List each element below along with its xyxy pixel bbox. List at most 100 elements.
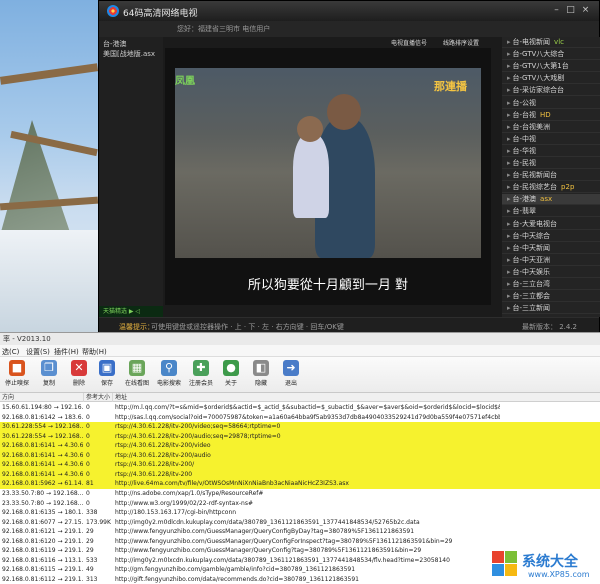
channel-name: 台-三立都会 xyxy=(512,292,551,301)
table-row[interactable]: 92.168.0.81:6120 → 219.1... 29 http://www.… xyxy=(0,537,600,547)
save-button[interactable]: ▣ 保存 xyxy=(92,359,122,391)
channel-name: 台-翡翠 xyxy=(512,207,537,216)
channel-item[interactable]: ▸ 台-民视综艺台 p2p xyxy=(502,182,600,194)
cell-direction: 92.168.0.81:6135 → 180.1... xyxy=(2,509,83,517)
cell-direction: 92.168.0.81:6141 → 4.30.6... xyxy=(2,461,83,469)
app-title: 64码高清网络电视 xyxy=(123,9,198,19)
channel-item[interactable]: ▸ 台-台视 HD xyxy=(502,110,600,121)
channel-name: 台-中天亚洲 xyxy=(512,255,551,264)
play-arrow-icon: ▸ xyxy=(507,38,511,46)
channel-item[interactable]: ▸ 台-三立台湾 xyxy=(502,279,600,290)
channel-item[interactable]: ▸ 台-三立都会 xyxy=(502,291,600,303)
category-label[interactable]: 台-港澳 xyxy=(103,39,127,49)
channel-item[interactable]: ▸ 台-民视新闻台 xyxy=(502,170,600,182)
cell-direction: 92.168.0.81:6142 → 183.6... xyxy=(2,413,83,421)
cell-direction: 30.61.228:554 → 192.168... xyxy=(2,432,83,440)
minimize-icon[interactable]: – xyxy=(551,5,562,16)
register-button[interactable]: ✚ 注册会员 xyxy=(186,359,216,391)
column-size[interactable]: 参考大小 xyxy=(84,393,113,402)
column-url[interactable]: 地址 xyxy=(113,393,600,402)
maximize-icon[interactable]: □ xyxy=(565,5,576,16)
table-row[interactable]: 15.60.61.194:80 → 192.16... 0 http://m.l.q… xyxy=(0,403,600,413)
channel-item[interactable]: ▸ 台-公视 xyxy=(502,98,600,109)
channel-name: 台-电视新闻 xyxy=(512,38,551,46)
channel-item[interactable]: ▸ 台-采访家综合台 xyxy=(502,85,600,97)
table-row[interactable]: 92.168.0.81:6141 → 4.30.6... 0 rtsp://4.30… xyxy=(0,441,600,451)
hint-label: 温馨提示： xyxy=(119,323,154,331)
channel-item[interactable]: ▸ 台-中视 xyxy=(502,134,600,145)
cell-direction: 92.168.0.81:6141 → 4.30.6... xyxy=(2,451,83,459)
picture-button[interactable]: ▦ 在线看图 xyxy=(122,359,152,391)
table-row[interactable]: 92.168.0.81:6121 → 219.1... 29 http://www.… xyxy=(0,527,600,537)
channel-item[interactable]: ▸ 台-中天亚洲 xyxy=(502,255,600,266)
sniffer-title: 率 - V2013.10 xyxy=(3,335,51,343)
channel-item[interactable]: ▸ 台-大爱电视台 xyxy=(502,219,600,230)
about-button[interactable]: ● 关于 xyxy=(216,359,246,391)
now-playing-label[interactable]: 美国[战地版.asx xyxy=(103,49,155,59)
about-icon: ● xyxy=(223,360,239,376)
tab-live-signal[interactable]: 电视直播信号 xyxy=(391,38,427,47)
channel-item[interactable]: ▸ 台-GTV八大戏剧 xyxy=(502,73,600,85)
channel-name: 台-中视 xyxy=(512,134,537,143)
delete-button[interactable]: ✕ 删除 xyxy=(64,359,94,391)
hide-button[interactable]: ◧ 隐藏 xyxy=(246,359,276,391)
table-row[interactable]: 23.33.50.7:80 → 192.168... 0 http://www.w3… xyxy=(0,499,600,509)
channel-item[interactable]: ▸ 台-中天新闻 xyxy=(502,243,600,254)
table-row[interactable]: 92.168.0.81:5962 → 61.14... 81 http://live… xyxy=(0,479,600,489)
channel-name: 台-GTV八大第1台 xyxy=(512,62,569,71)
channel-tag: asx xyxy=(540,195,553,204)
channel-item[interactable]: ▸ 台-GTV八大综合 xyxy=(502,49,600,61)
channel-item[interactable]: ▸ 台-翡翠 xyxy=(502,206,600,218)
station-logo: 凤凰 xyxy=(175,76,195,87)
channel-item[interactable]: ▸ 台-台视美洲 xyxy=(502,122,600,133)
menu-select[interactable]: 选(C) xyxy=(2,347,19,357)
stop-button[interactable]: ■ 停止嗅探 xyxy=(2,359,32,391)
sniffer-titlebar[interactable]: 率 - V2013.10 xyxy=(0,333,600,345)
copy-button[interactable]: ❐ 复制 xyxy=(34,359,64,391)
cell-url: rtsp://4.30.61.228/itv-200/video;seq=586… xyxy=(115,423,281,431)
menu-settings[interactable]: 设置(S) xyxy=(26,347,50,357)
toolbar-label: 注册会员 xyxy=(188,380,213,387)
video-person-head xyxy=(327,94,361,130)
toolbar-label: 复制 xyxy=(42,380,55,387)
column-direction[interactable]: 方向 xyxy=(0,393,84,402)
table-row[interactable]: 92.168.0.81:6141 → 4.30.6... 0 rtsp://4.30… xyxy=(0,450,600,461)
tab-line-sort[interactable]: 线路排序设置 xyxy=(443,38,479,47)
table-row[interactable]: 92.168.0.81:6135 → 180.1... 338 http://180… xyxy=(0,508,600,518)
cell-direction: 30.61.228:554 → 192.168... xyxy=(2,423,83,431)
cell-size: 29 xyxy=(86,528,94,536)
channel-item[interactable]: ▸ 台-三立新闻 xyxy=(502,303,600,315)
table-row[interactable]: 92.168.0.81:6141 → 4.30.6... 0 rtsp://4.30… xyxy=(0,469,600,480)
close-icon[interactable]: × xyxy=(580,5,591,16)
channel-item[interactable]: ▸ 台-中天综合 xyxy=(502,231,600,242)
channel-item[interactable]: ▸ 台-民视 xyxy=(502,158,600,169)
channel-item[interactable]: ▸ 台-电视新闻 vlc xyxy=(502,37,600,48)
table-row[interactable]: 92.168.0.81:6077 → 27.15... 173.99K http:/… xyxy=(0,518,600,528)
play-arrow-icon: ▸ xyxy=(507,50,511,59)
play-arrow-icon: ▸ xyxy=(507,231,511,240)
channel-item[interactable]: ▸ 台-中天娱乐 xyxy=(502,267,600,278)
play-arrow-icon: ▸ xyxy=(507,280,511,288)
table-row[interactable]: 23.33.50.7:80 → 192.168... 0 http://ns.ado… xyxy=(0,489,600,499)
video-area[interactable]: 凤凰 那連播 所以狗要從十月顧到一月 對 xyxy=(165,48,491,305)
video-subtitle: 所以狗要從十月顧到一月 對 xyxy=(247,278,409,293)
play-arrow-icon: ▸ xyxy=(507,304,511,313)
menu-help[interactable]: 帮助(H) xyxy=(82,347,107,357)
menu-plugins[interactable]: 插件(H) xyxy=(54,347,79,357)
channel-item[interactable]: ▸ 台-GTV八大第1台 xyxy=(502,61,600,73)
exit-button[interactable]: ➜ 退出 xyxy=(276,359,306,391)
table-row[interactable]: 30.61.228:554 → 192.168... 0 rtsp://4.30.6… xyxy=(0,431,600,442)
tv-titlebar[interactable]: 64码高清网络电视 – □ × xyxy=(99,1,599,21)
table-row[interactable]: 30.61.228:554 → 192.168... 0 rtsp://4.30.6… xyxy=(0,422,600,432)
table-row[interactable]: 92.168.0.81:6142 → 183.6... 0 http://sas.l… xyxy=(0,413,600,423)
search-button[interactable]: ⚲ 电影搜索 xyxy=(154,359,184,391)
channel-item[interactable]: ▸ 台-华视 xyxy=(502,146,600,157)
cell-size: 0 xyxy=(86,489,90,497)
version-text: 最新版本： 2.4.2 xyxy=(521,323,577,331)
watermark: 系统大全 www.XP85.com xyxy=(488,547,600,583)
channel-tag: vlc xyxy=(554,38,564,46)
table-row[interactable]: 92.168.0.81:6141 → 4.30.6... 0 rtsp://4.30… xyxy=(0,460,600,470)
cell-direction: 23.33.50.7:80 → 192.168... xyxy=(2,489,83,497)
cell-size: 0 xyxy=(86,499,90,507)
channel-item[interactable]: ▸ 台-港澳 asx xyxy=(502,194,600,206)
